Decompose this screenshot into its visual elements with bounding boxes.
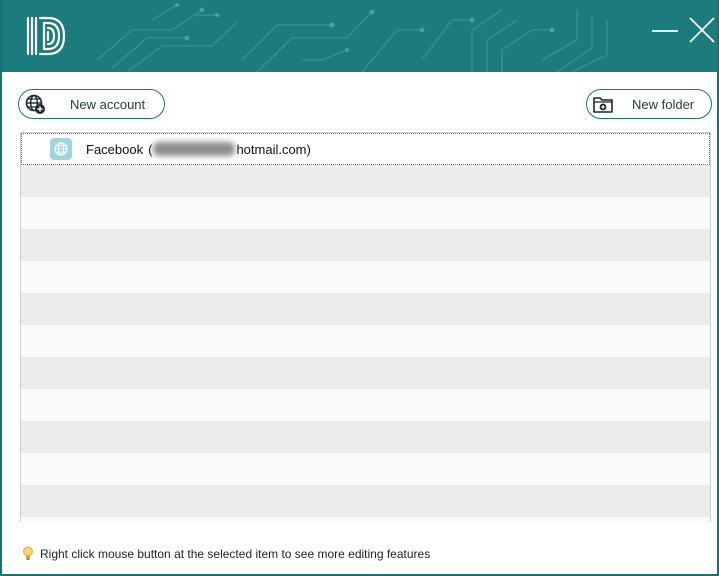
new-folder-button[interactable]: New folder (586, 89, 712, 119)
new-account-label: New account (70, 96, 146, 112)
empty-row (21, 261, 710, 293)
empty-row (21, 357, 710, 389)
close-icon (689, 17, 715, 43)
account-email: ( hotmail.com) (148, 141, 311, 157)
account-email-prefix: ( (148, 141, 153, 157)
minimize-button[interactable] (648, 14, 682, 48)
circuit-pattern (96, 3, 608, 72)
empty-row (21, 229, 710, 261)
empty-row (21, 293, 710, 325)
empty-row (21, 197, 710, 229)
empty-row (21, 325, 710, 357)
minimize-icon (652, 30, 678, 32)
new-folder-label: New folder (632, 96, 695, 112)
empty-row (21, 517, 710, 522)
redacted-text (153, 141, 236, 156)
title-bar[interactable] (2, 0, 717, 72)
hint-text: Right click mouse button at the selected… (40, 546, 431, 561)
list-item-facebook[interactable]: Facebook ( hotmail.com) (21, 133, 710, 165)
app-logo (26, 16, 66, 56)
globe-plus-icon (25, 94, 45, 114)
empty-row (21, 421, 710, 453)
app-window: New account New folder Facebook (hotmai… (0, 0, 719, 576)
lightbulb-icon (23, 546, 33, 560)
close-button[interactable] (684, 14, 717, 48)
account-list[interactable]: Facebook ( hotmail.com) (20, 132, 711, 522)
account-name: Facebook (86, 141, 144, 157)
empty-row (21, 389, 710, 421)
hint-bar: Right click mouse button at the selected… (22, 546, 430, 561)
account-email-suffix: hotmail.com) (236, 141, 311, 157)
empty-row (21, 453, 710, 485)
empty-row (21, 165, 710, 197)
globe-icon (50, 138, 72, 160)
folder-plus-icon (593, 97, 613, 113)
new-account-button[interactable]: New account (18, 89, 165, 119)
empty-row (21, 485, 710, 517)
